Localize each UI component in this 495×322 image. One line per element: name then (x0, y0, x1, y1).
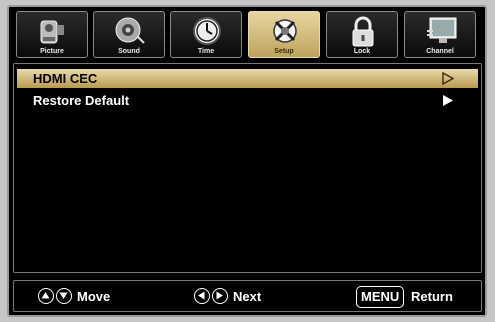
tab-label: Setup (274, 48, 294, 55)
arrow-up-icon (38, 288, 54, 304)
arrow-right-icon (212, 288, 228, 304)
arrow-right-icon (442, 72, 454, 85)
camcorder-icon (40, 20, 64, 44)
tab-label: Time (197, 48, 215, 55)
tab-time[interactable]: Time (170, 11, 242, 58)
tab-lock[interactable]: Lock (326, 11, 398, 58)
padlock-icon (352, 16, 374, 47)
clock-icon (193, 17, 221, 45)
tab-label: Sound (118, 48, 140, 55)
setup-menu-panel: HDMI CEC Restore Default (13, 63, 482, 273)
tab-picture[interactable]: Picture (16, 11, 88, 58)
next-hint: Next (233, 289, 262, 304)
tab-sound[interactable]: Sound (93, 11, 165, 58)
menu-item-label: HDMI CEC (33, 71, 98, 86)
tab-channel[interactable]: Channel (404, 11, 476, 58)
tv-screen-icon (427, 17, 457, 43)
move-hint: Move (77, 289, 111, 304)
return-hint: Return (411, 289, 453, 304)
tab-label: Channel (426, 48, 454, 55)
tab-label: Picture (40, 48, 64, 55)
menu-item-hdmi-cec[interactable]: HDMI CEC (17, 69, 478, 88)
menu-item-restore-default[interactable]: Restore Default (17, 91, 478, 110)
tab-setup[interactable]: Setup (248, 11, 320, 58)
arrow-down-icon (56, 288, 72, 304)
help-bar: Move Next MENU Return (13, 280, 482, 312)
menu-tabs: Picture Sound Time Setup Lock Channel (13, 11, 481, 59)
menu-item-label: Restore Default (33, 93, 130, 108)
menu-key: MENU (356, 286, 405, 308)
settings-tools-icon (273, 19, 297, 43)
tab-label: Lock (353, 48, 371, 55)
speaker-icon (115, 17, 145, 44)
arrow-left-icon (194, 288, 210, 304)
arrow-right-icon (443, 95, 453, 106)
